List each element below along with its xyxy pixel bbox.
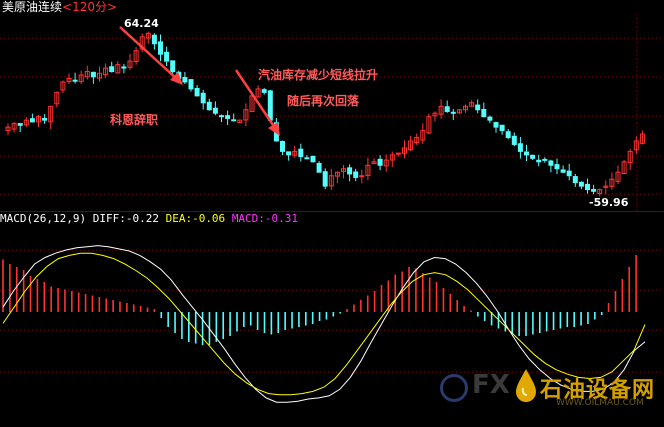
candle-body: [29, 118, 35, 123]
candle-body: [517, 143, 523, 152]
candle-body: [42, 117, 48, 121]
candle-body: [72, 79, 78, 82]
candle-body: [316, 162, 322, 173]
candle-body: [194, 87, 200, 97]
period-label[interactable]: <120分>: [62, 0, 117, 14]
candle-body: [487, 116, 493, 121]
candle-body: [158, 41, 163, 55]
candle-body: [200, 92, 206, 104]
candle-body: [298, 148, 304, 158]
candle-body: [444, 106, 450, 112]
candle-body: [591, 188, 597, 192]
candle-body: [170, 60, 176, 73]
logo-ring-icon: [440, 374, 468, 402]
candle-body: [395, 152, 401, 155]
candle-body: [353, 171, 359, 178]
macd-histogram: [2, 255, 637, 345]
candle-body: [499, 124, 505, 132]
annotation-inventory-line1: 汽油库存减少短线拉升: [258, 68, 379, 82]
candle-body: [548, 160, 554, 166]
candle-body: [267, 90, 273, 121]
candle-body: [322, 171, 328, 187]
candle-body: [578, 181, 584, 187]
candle-body: [493, 122, 499, 128]
candle-body: [572, 176, 578, 184]
diff-value: DIFF:-0.22: [92, 212, 159, 225]
candle-body: [347, 167, 353, 175]
watermark-url: WWW.OILMAU.COM: [556, 398, 644, 408]
candle-body: [560, 169, 566, 173]
candle-body: [505, 131, 511, 139]
candle-body: [524, 151, 529, 156]
candle-body: [554, 164, 560, 170]
dea-value: DEA:-0.06: [165, 212, 226, 225]
annotation-inventory-line2: 随后再次回落: [287, 94, 360, 108]
candle-body: [450, 111, 456, 114]
candle-body: [304, 157, 310, 160]
candle-body: [377, 158, 383, 166]
candle-body: [286, 151, 292, 156]
candle-body: [182, 77, 188, 83]
candle-body: [511, 135, 517, 145]
candlestick-series[interactable]: [5, 31, 645, 197]
candle-body: [585, 183, 590, 191]
candle-body: [359, 175, 365, 178]
candle-body: [212, 107, 218, 114]
candle-body: [481, 108, 487, 118]
candle-body: [280, 140, 285, 152]
candle-body: [121, 66, 127, 69]
candle-body: [17, 123, 23, 126]
instrument-name: 美原油连续: [2, 0, 63, 14]
candle-body: [109, 66, 115, 73]
candle-body: [542, 158, 548, 161]
trading-chart-window: 美原油连续<120分> 64.24 -59.96 科恩辞职 汽油库存减少短线拉升…: [0, 0, 664, 427]
macd-name[interactable]: MACD(26,12,9): [0, 212, 86, 225]
candle-body: [231, 119, 237, 122]
chart-title: 美原油连续<120分>: [2, 0, 117, 14]
candle-body: [219, 115, 224, 118]
macd-value: MACD:-0.31: [231, 212, 299, 225]
candle-body: [310, 155, 316, 163]
candle-body: [225, 115, 231, 119]
candle-body: [151, 34, 157, 45]
candle-body: [475, 104, 481, 111]
annotation-kohen-resign: 科恩辞职: [110, 113, 159, 127]
high-price-label: 64.24: [124, 17, 159, 30]
candle-body: [188, 79, 194, 90]
candle-body: [206, 101, 212, 111]
candle-body: [536, 159, 542, 163]
macd-indicator-header: MACD(26,12,9) DIFF:-0.22 DEA:-0.06 MACD:…: [0, 212, 298, 225]
candle-body: [261, 89, 267, 93]
watermark-logo: FX 石油设备网 WWW.OILMAU.COM: [440, 366, 664, 422]
watermark-latin: FX: [472, 370, 510, 400]
candle-body: [530, 154, 536, 159]
candle-body: [164, 51, 170, 62]
candle-body: [566, 170, 572, 177]
oil-drop-icon: [516, 369, 536, 402]
low-price-label: -59.96: [589, 196, 629, 209]
candle-body: [90, 71, 96, 78]
